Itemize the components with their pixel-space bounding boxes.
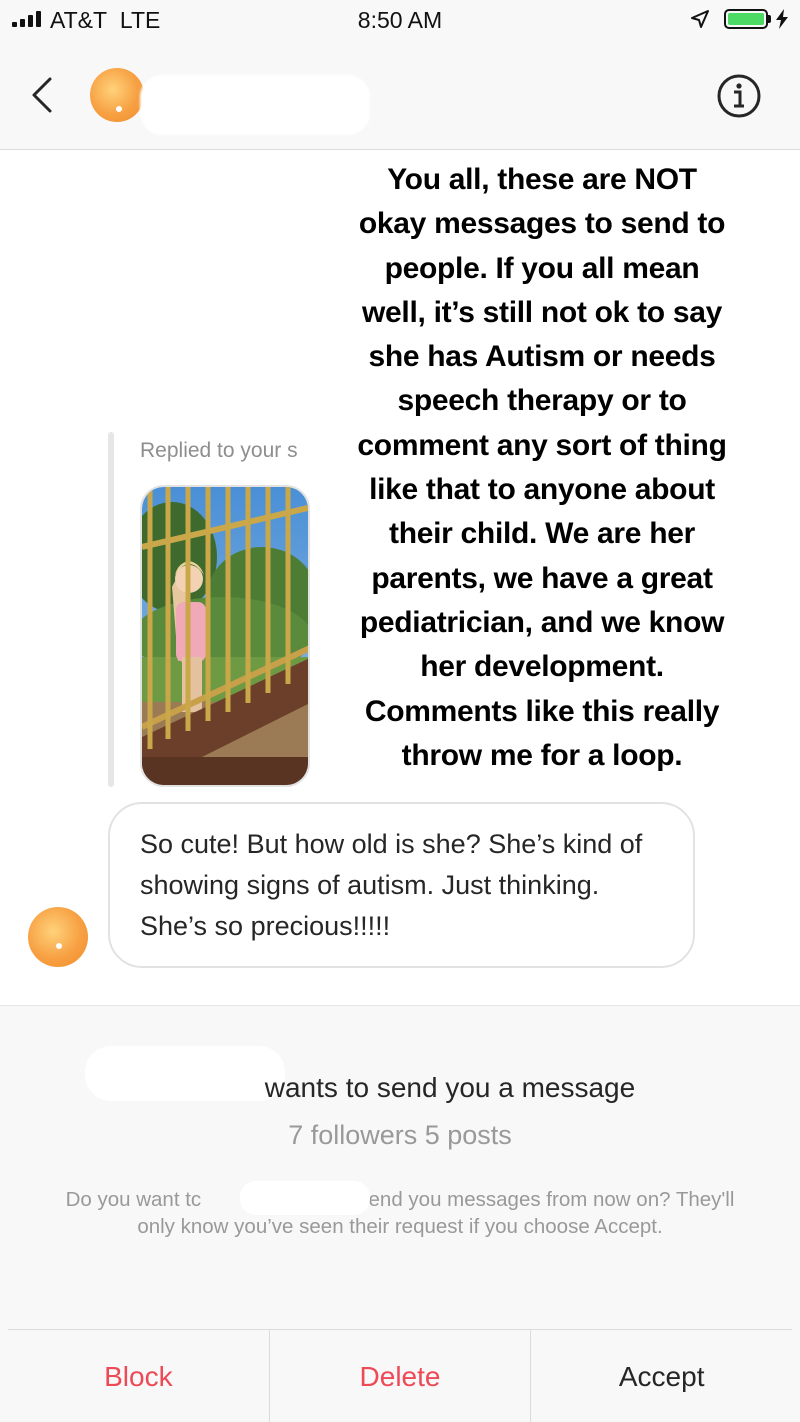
sender-avatar-header[interactable]	[90, 68, 144, 122]
message-bubble[interactable]: So cute! But how old is she? She’s kind …	[108, 802, 695, 968]
conversation-header	[0, 40, 800, 150]
overlay-line: their child. We are her	[389, 517, 695, 551]
story-overlay-text: You all, these are NOT okay messages to s…	[322, 158, 762, 778]
overlay-line: parents, we have a great	[371, 561, 713, 595]
overlay-line: she has Autism or needs	[368, 340, 716, 374]
overlay-line: people. If you all mean	[384, 251, 700, 285]
info-icon[interactable]	[715, 72, 763, 120]
message-request-panel: wants to send you a message 7 followers …	[0, 1005, 800, 1422]
request-description: Do you want tc u send you messages from n…	[60, 1186, 740, 1240]
delete-button[interactable]: Delete	[270, 1330, 532, 1422]
redacted-username	[140, 75, 370, 135]
status-time: 8:50 AM	[357, 7, 443, 33]
status-bar: AT&T LTE 8:50 AM	[0, 0, 800, 40]
story-thumbnail[interactable]	[140, 485, 310, 787]
request-description-end: u send you messages from now on? They'll…	[137, 1188, 735, 1238]
overlay-line: okay messages to send to	[358, 207, 726, 241]
message-thread: Replied to your s You all, these are NOT…	[0, 150, 800, 1005]
redacted-username-inline	[240, 1181, 370, 1215]
block-button[interactable]: Block	[8, 1330, 270, 1422]
overlay-line: well, it’s still not ok to say	[362, 295, 722, 329]
overlay-line: comment any sort of thing	[357, 428, 727, 462]
request-title: wants to send you a message	[0, 1072, 800, 1104]
reply-indicator-bar	[108, 432, 114, 787]
overlay-line: Comments like this really	[364, 694, 720, 728]
battery-tip	[768, 15, 771, 23]
story-reply-label: Replied to your s	[140, 439, 298, 462]
request-description-start: Do you want tc	[65, 1188, 202, 1211]
accept-button[interactable]: Accept	[531, 1330, 792, 1422]
sender-avatar[interactable]	[28, 907, 88, 967]
request-actions: Block Delete Accept	[8, 1329, 792, 1422]
charging-bolt-icon	[776, 9, 788, 29]
overlay-line: her development.	[420, 650, 664, 684]
back-chevron-icon[interactable]	[28, 75, 56, 115]
overlay-line: pediatrician, and we know	[359, 605, 725, 639]
request-title-text: wants to send you a message	[264, 1072, 636, 1103]
request-stats: 7 followers 5 posts	[288, 1120, 512, 1150]
battery-level	[728, 13, 764, 25]
overlay-line: like that to anyone about	[369, 473, 715, 507]
battery-icon	[724, 9, 768, 29]
overlay-line: You all, these are NOT	[387, 163, 697, 196]
location-arrow-icon	[691, 10, 709, 28]
playground-photo	[142, 487, 308, 785]
overlay-line: throw me for a loop.	[401, 738, 683, 772]
overlay-line: speech therapy or to	[397, 384, 687, 418]
